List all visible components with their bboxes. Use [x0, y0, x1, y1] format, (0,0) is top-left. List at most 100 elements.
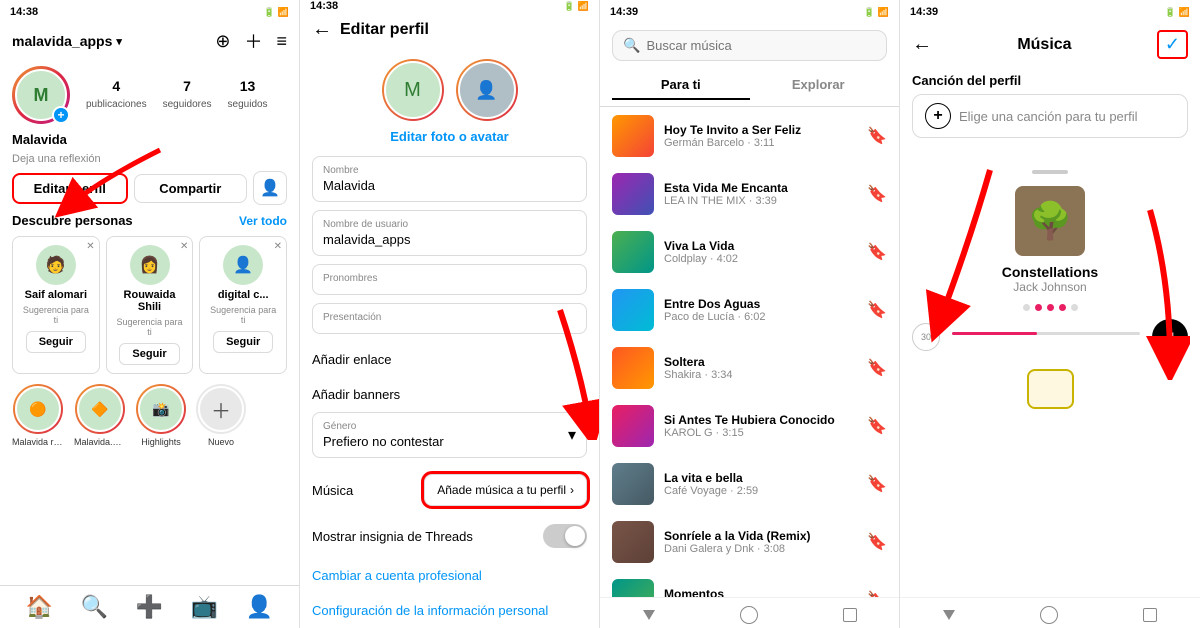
personal-info-link[interactable]: Configuración de la información personal — [300, 593, 599, 628]
story-new[interactable]: ＋ Nuevo — [196, 384, 246, 447]
music-title-8: Momentos — [664, 587, 857, 597]
add-banners-item[interactable]: Añadir banners — [300, 377, 599, 412]
share-button[interactable]: Compartir — [134, 174, 248, 203]
add-song-row[interactable]: + Elige una canción para tu perfil — [912, 94, 1188, 138]
player-section: 🌳 Constellations Jack Johnson 30 ⏹ — [900, 170, 1200, 597]
edit-profile-button[interactable]: Editar perfil — [12, 173, 128, 204]
music-info-5: Si Antes Te Hubiera Conocido KAROL G · 3… — [664, 413, 857, 439]
music-item-3[interactable]: Entre Dos Aguas Paco de Lucía · 6:02 🔖 — [600, 281, 899, 339]
close-icon-1[interactable]: ✕ — [180, 241, 188, 252]
bookmark-icon-5[interactable]: 🔖 — [867, 416, 887, 436]
reels-nav-icon[interactable]: 📺 — [191, 594, 218, 620]
pub-label: publicaciones — [86, 99, 147, 110]
username[interactable]: malavida_apps ▾ — [12, 33, 122, 49]
close-icon-2[interactable]: ✕ — [274, 241, 282, 252]
disc-name-2: digital c... — [218, 289, 269, 301]
back-button-4[interactable]: ← — [912, 33, 932, 56]
profile-avatar[interactable]: M + — [12, 66, 70, 124]
disc-avatar-1: 👩 — [130, 245, 170, 285]
song-title: Constellations — [1002, 264, 1098, 280]
stop-button[interactable]: ⏹ — [1152, 319, 1188, 355]
chevron-down-icon: ▾ — [116, 35, 122, 48]
add-link-item[interactable]: Añadir enlace — [300, 342, 599, 377]
bookmark-icon-1[interactable]: 🔖 — [867, 184, 887, 204]
profile-nav-icon[interactable]: 👤 — [246, 594, 273, 620]
music-item-5[interactable]: Si Antes Te Hubiera Conocido KAROL G · 3… — [600, 397, 899, 455]
music-search-top: 🔍 — [600, 24, 899, 65]
music-item-0[interactable]: Hoy Te Invito a Ser Feliz Germán Barcelo… — [600, 107, 899, 165]
checkmark-confirm-button[interactable]: ✓ — [1157, 30, 1188, 59]
bookmark-icon-2[interactable]: 🔖 — [867, 242, 887, 262]
music-artist-4: Shakira · 3:34 — [664, 369, 857, 381]
ver-todo-link[interactable]: Ver todo — [239, 214, 287, 228]
seguir-button-1[interactable]: Seguir — [119, 343, 179, 365]
seguir-button-0[interactable]: Seguir — [26, 331, 86, 353]
music-item-6[interactable]: La vita e bella Café Voyage · 2:59 🔖 — [600, 455, 899, 513]
home-nav-3[interactable] — [740, 606, 758, 624]
avatar-add-button[interactable]: + — [52, 106, 70, 124]
bookmark-icon-4[interactable]: 🔖 — [867, 358, 887, 378]
story-0[interactable]: 🟠 Malavida rules! — [12, 384, 64, 447]
music-item-4[interactable]: Soltera Shakira · 3:34 🔖 — [600, 339, 899, 397]
edit-profile-header: ← Editar perfil — [300, 12, 599, 47]
music-item-2[interactable]: Viva La Vida Coldplay · 4:02 🔖 — [600, 223, 899, 281]
status-bar-1: 14:38 🔋 📶 — [0, 0, 299, 24]
battery-icon-4: 🔋 — [1165, 7, 1176, 18]
bookmark-icon-7[interactable]: 🔖 — [867, 532, 887, 552]
cancion-label: Canción del perfil — [900, 65, 1200, 94]
close-icon-0[interactable]: ✕ — [86, 241, 94, 252]
back-nav-3[interactable] — [643, 610, 655, 620]
back-nav-4[interactable] — [943, 610, 955, 620]
progress-bar-wrap[interactable] — [940, 332, 1152, 335]
music-info-0: Hoy Te Invito a Ser Feliz Germán Barcelo… — [664, 123, 857, 149]
field-presentacion[interactable]: Presentación — [312, 303, 587, 334]
field-username[interactable]: Nombre de usuario malavida_apps — [312, 210, 587, 256]
photo-avatars: M 👤 — [382, 59, 518, 121]
music-item-7[interactable]: Sonríele a la Vida (Remix) Dani Galera y… — [600, 513, 899, 571]
field-pronombres[interactable]: Pronombres — [312, 264, 587, 295]
back-button-2[interactable]: ← — [312, 18, 332, 41]
waveform[interactable] — [1027, 369, 1074, 409]
profile-header: malavida_apps ▾ ⊕ ＋ ≡ — [0, 24, 299, 60]
player-controls: 30 ⏹ — [900, 319, 1200, 355]
add-post-icon[interactable]: ＋ — [244, 28, 262, 54]
pro-account-link[interactable]: Cambiar a cuenta profesional — [300, 558, 599, 593]
home-nav-4[interactable] — [1040, 606, 1058, 624]
field-nombre[interactable]: Nombre Malavida — [312, 156, 587, 202]
following-label: seguidos — [228, 99, 268, 110]
recent-nav-4[interactable] — [1143, 608, 1157, 622]
photo-avatar-secondary[interactable]: 👤 — [456, 59, 518, 121]
genero-field[interactable]: Género Prefiero no contestar ▾ — [312, 412, 587, 458]
music-item-8[interactable]: Momentos Reik · 2:35 🔖 — [600, 571, 899, 597]
add-music-button[interactable]: Añade música a tu perfil › — [424, 474, 587, 506]
bookmark-icon-3[interactable]: 🔖 — [867, 300, 887, 320]
music-item-1[interactable]: Esta Vida Me Encanta LEA IN THE MIX · 3:… — [600, 165, 899, 223]
search-nav-icon[interactable]: 🔍 — [81, 594, 108, 620]
menu-icon[interactable]: ≡ — [276, 31, 287, 52]
tab-para-ti[interactable]: Para ti — [612, 71, 750, 100]
music-thumb-8 — [612, 579, 654, 597]
bookmark-icon-6[interactable]: 🔖 — [867, 474, 887, 494]
add-friend-button[interactable]: 👤 — [253, 171, 287, 205]
status-icons-2: 🔋 📶 — [564, 1, 589, 12]
story-1[interactable]: 🔶 Malavida.com — [74, 384, 126, 447]
seguir-button-2[interactable]: Seguir — [213, 331, 273, 353]
search-box[interactable]: 🔍 — [612, 30, 887, 61]
battery-icon: 🔋 — [264, 7, 275, 18]
edit-photo-link[interactable]: Editar foto o avatar — [390, 129, 508, 144]
search-input[interactable] — [646, 38, 876, 53]
photo-avatar-main[interactable]: M — [382, 59, 444, 121]
bookmark-icon-8[interactable]: 🔖 — [867, 590, 887, 597]
story-2[interactable]: 📸 Highlights — [136, 384, 186, 447]
bookmark-icon-0[interactable]: 🔖 — [867, 126, 887, 146]
field-nombre-value[interactable]: Malavida — [323, 178, 576, 193]
recent-nav-3[interactable] — [843, 608, 857, 622]
dot-2 — [1047, 304, 1054, 311]
add-thread-icon[interactable]: ⊕ — [215, 31, 230, 52]
threads-toggle[interactable] — [543, 524, 587, 548]
add-nav-icon[interactable]: ➕ — [136, 594, 163, 620]
stories-row: 🟠 Malavida rules! 🔶 Malavida.com 📸 Highl… — [0, 374, 299, 457]
field-username-value[interactable]: malavida_apps — [323, 232, 576, 247]
tab-explorar[interactable]: Explorar — [750, 71, 888, 100]
home-icon[interactable]: 🏠 — [26, 594, 53, 620]
